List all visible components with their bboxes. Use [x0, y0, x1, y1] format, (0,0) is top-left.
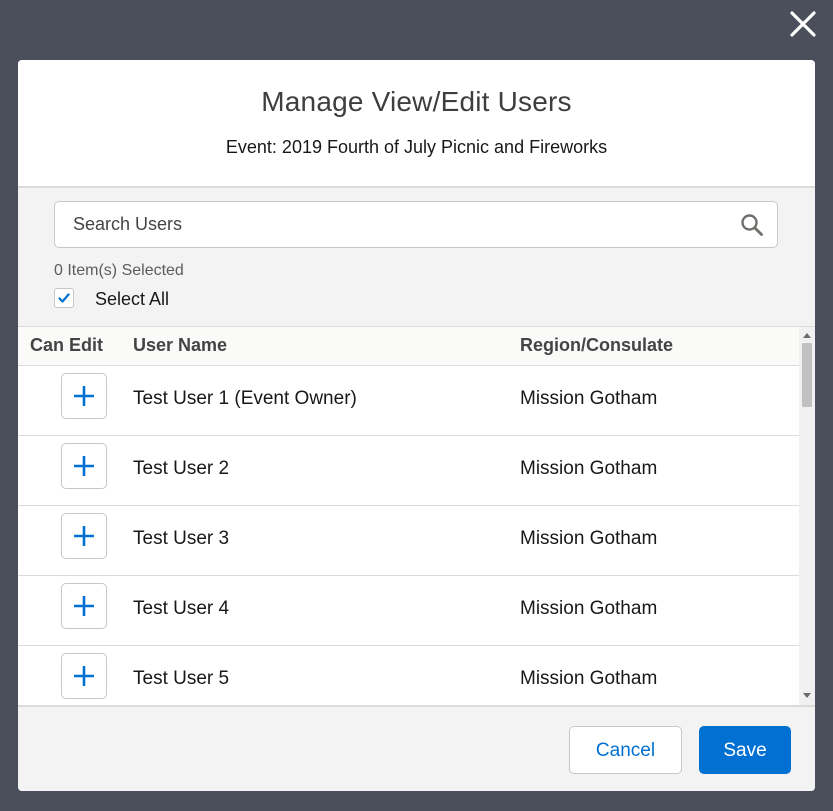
user-name-cell: Test User 2 [133, 458, 230, 479]
plus-icon [74, 596, 94, 616]
add-edit-permission-button[interactable] [61, 513, 107, 559]
column-header-user-name: User Name [133, 335, 228, 355]
region-cell: Mission Gotham [520, 388, 658, 409]
checkbox[interactable] [54, 288, 74, 308]
scroll-thumb[interactable] [802, 343, 812, 407]
table-row: Test User 2 Mission Gotham [18, 436, 799, 506]
modal-footer: Cancel Save [18, 705, 815, 791]
cancel-button[interactable]: Cancel [569, 726, 682, 774]
scroll-up-arrow-icon[interactable] [803, 333, 811, 338]
table-row: Test User 3 Mission Gotham [18, 506, 799, 576]
search-box [54, 201, 778, 248]
column-header-can-edit: Can Edit [30, 335, 104, 355]
scroll-down-arrow-icon[interactable] [803, 693, 811, 698]
modal-header: Manage View/Edit Users Event: 2019 Fourt… [18, 60, 815, 188]
close-icon [790, 11, 816, 37]
save-button[interactable]: Save [699, 726, 791, 774]
selected-count: 0 Item(s) Selected [54, 262, 184, 279]
search-input[interactable] [55, 202, 733, 247]
column-header-region: Region/Consulate [520, 335, 674, 355]
region-cell: Mission Gotham [520, 528, 658, 549]
close-modal-button[interactable] [786, 7, 820, 41]
plus-icon [74, 526, 94, 546]
user-name-cell: Test User 4 [133, 598, 230, 619]
table-row: Test User 1 (Event Owner) Mission Gotham [18, 366, 799, 436]
user-name-cell: Test User 3 [133, 528, 230, 549]
region-cell: Mission Gotham [520, 458, 658, 479]
manage-users-modal: Manage View/Edit Users Event: 2019 Fourt… [18, 60, 815, 791]
users-table: Can Edit User Name Region/Consulate Test… [18, 326, 815, 706]
add-edit-permission-button[interactable] [61, 583, 107, 629]
region-cell: Mission Gotham [520, 598, 658, 619]
add-edit-permission-button[interactable] [61, 653, 107, 699]
modal-title: Manage View/Edit Users [261, 86, 572, 117]
user-name-cell: Test User 1 (Event Owner) [133, 388, 357, 409]
plus-icon [74, 386, 94, 406]
user-name-cell: Test User 5 [133, 668, 230, 689]
add-edit-permission-button[interactable] [61, 443, 107, 489]
plus-icon [74, 666, 94, 686]
modal-subtitle: Event: 2019 Fourth of July Picnic and Fi… [225, 137, 608, 157]
region-cell: Mission Gotham [520, 668, 658, 689]
table-scrollbar[interactable] [799, 327, 815, 706]
search-icon[interactable] [740, 213, 764, 237]
table-row: Test User 4 Mission Gotham [18, 576, 799, 646]
checkmark-icon [58, 293, 70, 303]
select-all-checkbox[interactable]: Select All [54, 287, 214, 311]
select-all-label: Select All [95, 289, 170, 309]
add-edit-permission-button[interactable] [61, 373, 107, 419]
table-row: Test User 5 Mission Gotham [18, 646, 799, 706]
table-header: Can Edit User Name Region/Consulate [18, 327, 799, 366]
plus-icon [74, 456, 94, 476]
